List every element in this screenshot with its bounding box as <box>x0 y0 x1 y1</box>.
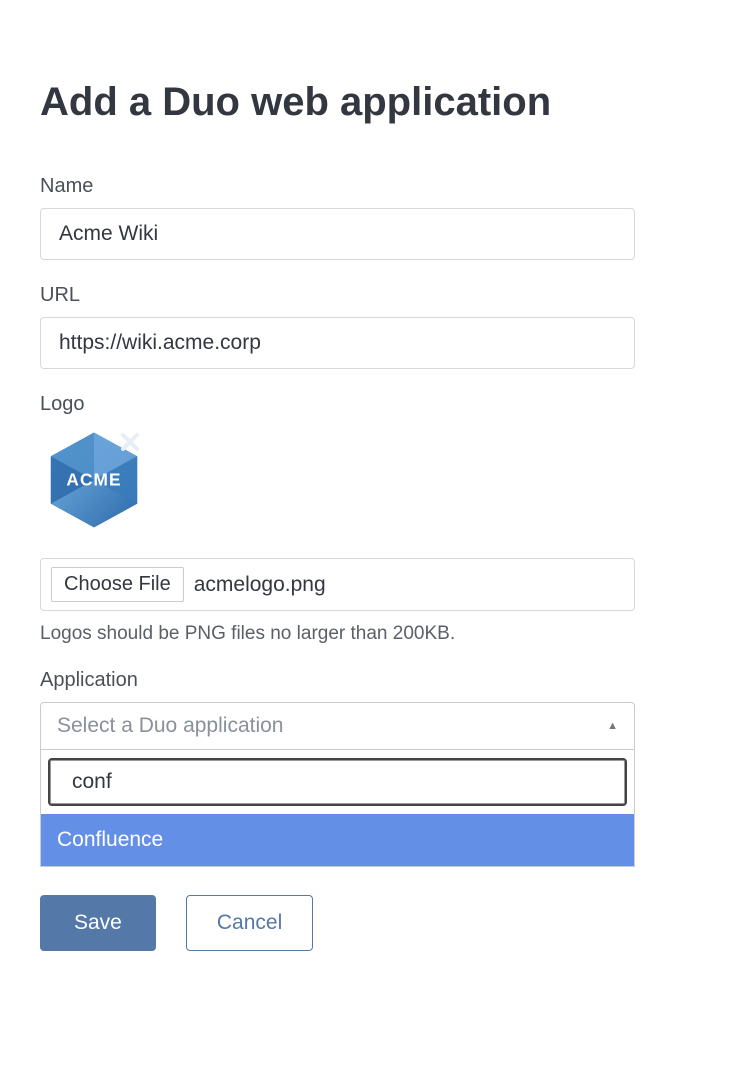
name-input[interactable] <box>40 208 635 260</box>
logo-preview: ACME <box>40 426 148 534</box>
chevron-up-icon: ▲ <box>607 720 618 732</box>
application-field-group: Application Select a Duo application ▲ C… <box>40 669 710 867</box>
remove-logo-button[interactable] <box>116 428 144 456</box>
url-field-group: URL <box>40 284 710 369</box>
button-row: Save Cancel <box>40 895 710 951</box>
page-title: Add a Duo web application <box>40 80 710 125</box>
cancel-button[interactable]: Cancel <box>186 895 313 951</box>
logo-brand-text: ACME <box>66 469 121 489</box>
file-input-wrap: Choose File acmelogo.png <box>40 558 635 611</box>
application-label: Application <box>40 669 710 692</box>
save-button[interactable]: Save <box>40 895 156 951</box>
choose-file-button[interactable]: Choose File <box>51 567 184 602</box>
name-label: Name <box>40 175 710 198</box>
application-dropdown-panel: Confluence <box>40 750 635 867</box>
application-search-input[interactable] <box>48 758 627 806</box>
application-option-confluence[interactable]: Confluence <box>41 814 634 866</box>
application-select-placeholder: Select a Duo application <box>57 714 283 738</box>
close-icon <box>119 431 141 453</box>
url-input[interactable] <box>40 317 635 369</box>
url-label: URL <box>40 284 710 307</box>
selected-file-name: acmelogo.png <box>194 573 326 597</box>
application-select-trigger[interactable]: Select a Duo application ▲ <box>40 702 635 750</box>
logo-field-group: Logo ACME Choose File acmelogo.png <box>40 393 710 645</box>
logo-helper-text: Logos should be PNG files no larger than… <box>40 623 710 645</box>
name-field-group: Name <box>40 175 710 260</box>
application-select: Select a Duo application ▲ Confluence <box>40 702 635 867</box>
dropdown-search-wrap <box>41 750 634 814</box>
logo-label: Logo <box>40 393 710 416</box>
